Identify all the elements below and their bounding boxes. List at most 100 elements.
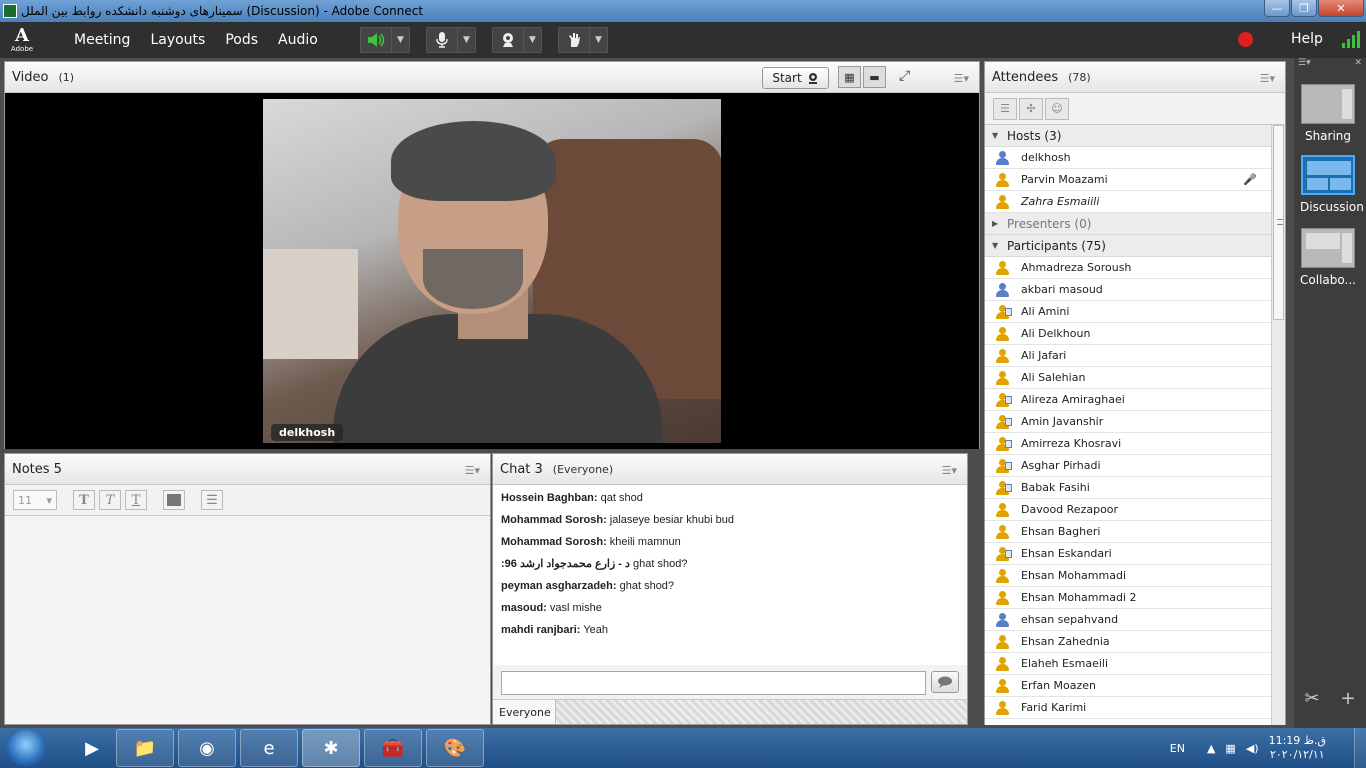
hosts-group[interactable]: ▼ Hosts (3) xyxy=(985,125,1271,147)
presenters-group[interactable]: ▶ Presenters (0) xyxy=(985,213,1271,235)
close-button[interactable]: ✕ xyxy=(1318,0,1364,17)
list-item[interactable]: Parvin Moazami 🎤 xyxy=(985,169,1271,191)
list-item[interactable]: Ehsan Mohammadi 2 xyxy=(985,587,1271,609)
participants-group[interactable]: ▼ Participants (75) xyxy=(985,235,1271,257)
menu-pods[interactable]: Pods xyxy=(225,32,258,48)
panel-close-icon[interactable]: ✕ xyxy=(1354,58,1362,70)
camera-toggle[interactable]: ▼ xyxy=(492,27,542,53)
attendee-list-scrollbar[interactable] xyxy=(1271,125,1285,725)
list-item[interactable]: Ehsan Mohammadi xyxy=(985,565,1271,587)
participant-person-icon xyxy=(996,459,1012,473)
list-item[interactable]: delkhosh xyxy=(985,147,1271,169)
raise-hand-dropdown[interactable]: ▼ xyxy=(589,28,607,52)
add-layout-icon[interactable]: + xyxy=(1340,688,1355,709)
fullscreen-icon[interactable]: ⤢ xyxy=(899,68,910,84)
clock-date: ۲۰۲۰/۱۲/۱۱ xyxy=(1269,748,1325,761)
help-menu[interactable]: Help xyxy=(1291,31,1323,47)
menu-meeting[interactable]: Meeting xyxy=(74,32,130,48)
scrollbar-thumb[interactable] xyxy=(1273,125,1284,320)
panel-menu-icon[interactable]: ☰▾ xyxy=(1298,58,1311,70)
text-color-icon[interactable] xyxy=(163,490,185,510)
list-item[interactable]: Ali Amini xyxy=(985,301,1271,323)
list-item[interactable]: Ehsan Zahednia xyxy=(985,631,1271,653)
manage-layouts-icon[interactable]: ✂ xyxy=(1304,688,1319,709)
list-item[interactable]: Asghar Pirhadi xyxy=(985,455,1271,477)
grid-view-icon[interactable]: ▦ xyxy=(838,66,861,88)
internet-explorer-icon[interactable]: e xyxy=(240,729,298,767)
list-item[interactable]: Elaheh Esmaeili xyxy=(985,653,1271,675)
microphone-toggle[interactable]: ▼ xyxy=(426,27,476,53)
list-item[interactable]: Amin Javanshir xyxy=(985,411,1271,433)
list-item[interactable]: Farid Karimi xyxy=(985,697,1271,719)
list-item[interactable]: Erfan Moazen xyxy=(985,675,1271,697)
list-item[interactable]: Ali Jafari xyxy=(985,345,1271,367)
list-item[interactable]: Ali Delkhoun xyxy=(985,323,1271,345)
underline-icon[interactable]: T xyxy=(125,490,147,510)
raise-hand-toggle[interactable]: ▼ xyxy=(558,27,608,53)
list-view-icon[interactable]: ☰ xyxy=(993,97,1017,120)
video-pod: Video (1) Start ▦ ▬ ⤢ ☰▾ delkhosh xyxy=(4,61,980,449)
notes-text-area[interactable] xyxy=(5,516,490,724)
layout-collaboration[interactable]: Collabo... xyxy=(1300,228,1356,287)
clock[interactable]: 11:19 ق.ظ ۲۰۲۰/۱۲/۱۱ xyxy=(1269,734,1326,762)
volume-icon[interactable]: ◀) xyxy=(1246,742,1259,755)
recording-indicator-icon[interactable] xyxy=(1238,32,1253,47)
toolbox-app-icon[interactable]: 🧰 xyxy=(364,729,422,767)
webcam-small-icon xyxy=(808,73,817,84)
chat-pod: Chat 3 (Everyone) ☰▾ Hossein Baghban: qa… xyxy=(492,453,968,725)
font-size-select[interactable]: 11 ▾ xyxy=(13,490,57,510)
speaker-dropdown[interactable]: ▼ xyxy=(391,28,409,52)
notes-pod-menu-icon[interactable]: ☰▾ xyxy=(465,464,480,477)
camera-dropdown[interactable]: ▼ xyxy=(523,28,541,52)
list-item[interactable]: Davood Rezapoor xyxy=(985,499,1271,521)
start-button-icon[interactable] xyxy=(6,730,46,766)
bold-icon[interactable]: T xyxy=(73,490,95,510)
bullet-list-icon[interactable]: ☰ xyxy=(201,490,223,510)
show-desktop-button[interactable] xyxy=(1354,728,1366,768)
minimize-button[interactable]: — xyxy=(1264,0,1290,17)
paint-icon[interactable]: 🎨 xyxy=(426,729,484,767)
start-webcam-button[interactable]: Start xyxy=(762,67,829,89)
chat-messages: Hossein Baghban: qat shod Mohammad Soros… xyxy=(493,485,967,665)
show-hidden-icons-icon[interactable]: ▲ xyxy=(1207,742,1215,755)
list-item[interactable]: ehsan sepahvand xyxy=(985,609,1271,631)
chat-message-input[interactable] xyxy=(501,671,926,695)
menu-audio[interactable]: Audio xyxy=(278,32,318,48)
layout-discussion[interactable]: Discussion xyxy=(1300,155,1364,214)
list-item[interactable]: Ehsan Eskandari xyxy=(985,543,1271,565)
language-indicator[interactable]: EN xyxy=(1170,742,1185,755)
list-item[interactable]: Ali Salehian xyxy=(985,367,1271,389)
attendees-pod-menu-icon[interactable]: ☰▾ xyxy=(1260,72,1275,85)
list-item[interactable]: Ahmadreza Soroush xyxy=(985,257,1271,279)
chat-pod-menu-icon[interactable]: ☰▾ xyxy=(942,464,957,477)
microphone-dropdown[interactable]: ▼ xyxy=(457,28,475,52)
attendees-pod-title: Attendees xyxy=(992,69,1059,85)
list-item[interactable]: Amirreza Khosravi xyxy=(985,433,1271,455)
chrome-icon[interactable]: ◉ xyxy=(178,729,236,767)
network-icon[interactable]: ▦ xyxy=(1225,742,1235,755)
list-item[interactable]: akbari masoud xyxy=(985,279,1271,301)
list-item[interactable]: Babak Fasihi xyxy=(985,477,1271,499)
file-explorer-icon[interactable]: 📁 xyxy=(116,729,174,767)
menu-layouts[interactable]: Layouts xyxy=(150,32,205,48)
video-pod-menu-icon[interactable]: ☰▾ xyxy=(954,72,969,85)
chat-message: Hossein Baghban: qat shod xyxy=(501,492,643,504)
tab-everyone[interactable]: Everyone xyxy=(493,700,556,724)
italic-icon[interactable]: T xyxy=(99,490,121,510)
list-item[interactable]: Zahra Esmaiili xyxy=(985,191,1271,213)
meeting-stage: Video (1) Start ▦ ▬ ⤢ ☰▾ delkhosh Notes … xyxy=(0,58,1294,728)
adobe-connect-taskbar-icon[interactable]: ✱ xyxy=(302,729,360,767)
send-message-icon[interactable] xyxy=(931,671,959,693)
adobe-connect-app-icon xyxy=(3,4,17,18)
list-item[interactable]: Ehsan Bagheri xyxy=(985,521,1271,543)
media-player-icon[interactable]: ▶ xyxy=(72,729,112,767)
maximize-button[interactable]: ❐ xyxy=(1291,0,1317,17)
filmstrip-view-icon[interactable]: ▬ xyxy=(863,66,886,88)
status-view-icon[interactable]: ☺ xyxy=(1045,97,1069,120)
speaker-toggle[interactable]: ▼ xyxy=(360,27,410,53)
host-person-icon xyxy=(996,173,1009,187)
list-item[interactable]: Alireza Amiraghaei xyxy=(985,389,1271,411)
layout-sharing[interactable]: Sharing xyxy=(1300,84,1356,143)
breakout-view-icon[interactable]: ✣ xyxy=(1019,97,1043,120)
layouts-panel: ☰▾ ✕ Sharing Discussion Collabo... ✂ + xyxy=(1294,58,1366,728)
